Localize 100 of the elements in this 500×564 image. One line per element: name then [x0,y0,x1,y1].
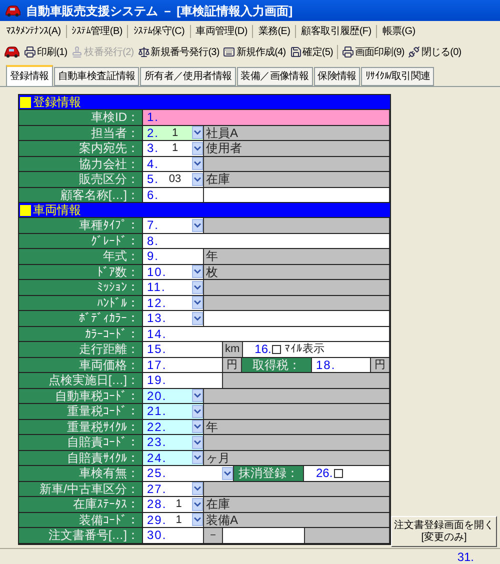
chevron-down-icon [192,218,203,232]
chevron-down-icon [192,420,203,434]
toolbar-button[interactable]: 確定(5) [290,44,333,60]
input-field[interactable]: 6. [143,188,204,202]
tab[interactable]: 保険情報 [314,67,360,86]
chevron-down-icon [192,172,203,186]
menu-item[interactable]: 顧客取引履歴(F) [301,24,372,38]
field-label: 取得税： [242,358,312,372]
dropdown[interactable]: 11. [143,280,204,294]
stamp-icon [71,46,84,58]
chevron-down-icon [192,513,203,526]
chevron-down-icon [192,498,203,511]
printer-icon [342,46,354,58]
menu-item[interactable]: 帳票(G) [382,24,416,38]
input-field[interactable]: 1. [143,110,390,124]
dropdown[interactable]: 23. [143,435,204,450]
chevron-down-icon [192,296,203,310]
info-cell: 使用者 [204,141,390,156]
menu-item[interactable]: 車両管理(D) [196,24,248,38]
open-order-button[interactable]: 注文書登録画面を開く [変更のみ] [391,516,497,547]
chevron-down-icon [192,436,203,449]
checkbox[interactable] [334,468,343,478]
tab[interactable]: ﾘｻｲｸﾙ/取引関連 [361,67,434,86]
chevron-down-icon [192,482,203,496]
input-field[interactable]: 19. [143,373,223,388]
info-cell: 装備A [204,512,390,527]
checkbox-label: ﾏｲﾙ表示 [284,342,324,357]
dropdown[interactable]: 5. 03 [143,172,204,186]
checkbox[interactable] [272,344,282,354]
field-number: 26. [316,465,333,482]
toolbar-button[interactable]: 画面印刷(9) [342,44,404,60]
tab[interactable]: 装備／画像情報 [236,67,313,86]
dropdown[interactable]: 28. 1 [143,497,204,512]
section-title: 登録情報 [33,94,81,111]
input-field[interactable] [204,311,390,326]
dropdown[interactable]: 22. [143,420,204,434]
menu-item[interactable]: ﾏｽﾀﾒﾝﾃﾅﾝｽ(A) [6,24,61,38]
input-field[interactable]: 14. [143,326,390,341]
menu-item[interactable]: ｼｽﾃﾑ管理(B) [72,24,122,38]
dropdown[interactable]: 21. [143,404,204,418]
chevron-down-icon [192,142,203,155]
info-cell: 年 [204,249,390,264]
dropdown[interactable]: 27. [143,482,204,496]
input-field[interactable]: 18. [312,358,371,372]
chevron-down-icon [192,157,203,170]
dropdown[interactable]: 2. 1 [143,126,204,140]
toolbar-button[interactable]: 新規作成(4) [223,44,286,60]
square-icon [20,204,31,216]
square-icon [20,96,31,108]
chevron-down-icon [192,404,203,418]
input-field[interactable]: 30. [143,528,204,542]
info-cell: ヶ月 [204,450,390,465]
menu-item[interactable]: ｼｽﾃﾑ保守(C) [133,24,185,38]
section-title: 車両情報 [33,202,81,219]
window-title: 自動車販売支援システム － [車検証情報入力画面] [26,2,293,20]
info-cell: 社員A [204,126,390,140]
dropdown[interactable]: 29. 1 [143,512,204,527]
car-icon [5,4,21,16]
tab[interactable]: 所有者／使用者情報 [140,67,236,86]
chevron-down-icon [192,265,203,278]
dropdown[interactable]: 13. [143,311,204,326]
save-icon [290,46,302,58]
unit-label: 円 [371,358,390,372]
toolbar-button[interactable]: 新規番号発行(3) [138,44,220,60]
plug-icon [408,46,420,58]
printer-icon [24,46,36,58]
input-field[interactable] [204,188,390,202]
keyboard-icon [223,46,236,58]
chevron-down-icon [192,280,203,294]
car-icon [4,46,20,58]
info-cell: 枚 [204,264,390,279]
toolbar-button[interactable]: 閉じる(0) [408,44,462,60]
info-cell: 在庫 [204,172,390,186]
dropdown[interactable]: 24. [143,450,204,465]
input-field[interactable]: 8. [143,234,390,248]
info-cell: 年 [204,420,390,434]
input-field[interactable]: 9. [143,249,204,264]
menu-item[interactable]: 業務(E) [258,24,290,38]
dropdown[interactable]: 12. [143,296,204,310]
chevron-down-icon [192,451,203,464]
unit-label: km [223,342,243,356]
unit-label: 円 [223,358,242,372]
dropdown[interactable]: 20. [143,388,204,403]
dropdown[interactable]: 4. [143,156,204,171]
input-field[interactable]: 17. [143,358,223,372]
dropdown[interactable]: 10. [143,264,204,279]
info-cell: 在庫 [204,497,390,512]
chevron-down-icon [192,312,203,325]
dropdown[interactable]: 7. [143,218,204,232]
dropdown[interactable]: 3. 1 [143,141,204,156]
chevron-down-icon [222,466,233,480]
input-field[interactable] [223,528,304,542]
chevron-down-icon [192,389,203,402]
input-field[interactable]: 15. [143,342,223,356]
scale-icon [138,46,150,58]
field-label: 協力会社： [19,156,143,171]
tab[interactable]: 登録情報 [6,65,53,86]
dropdown[interactable]: 25. [143,466,234,480]
tab[interactable]: 自動車検査証情報 [54,67,140,86]
toolbar-button[interactable]: 印刷(1) [24,44,68,60]
